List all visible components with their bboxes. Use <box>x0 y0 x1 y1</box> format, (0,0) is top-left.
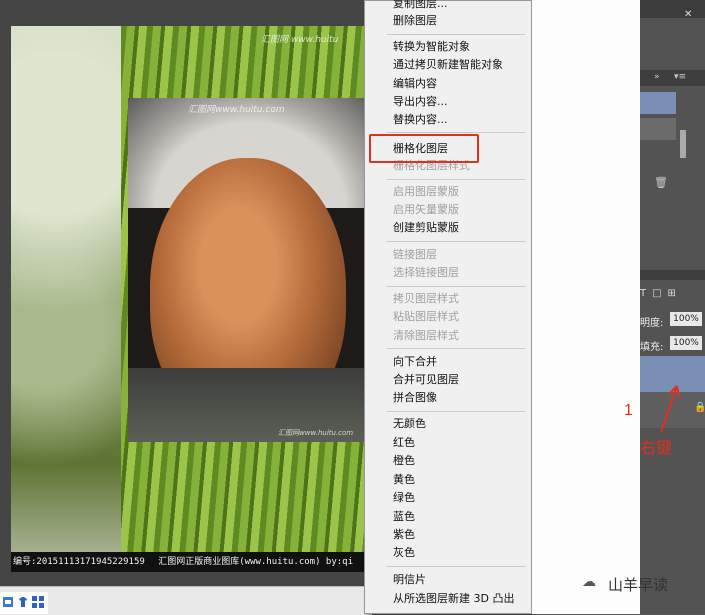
type-filter-icons[interactable]: T□⊞ <box>640 288 682 299</box>
menu-item-gray[interactable]: 灰色 <box>393 544 415 562</box>
edit-icon[interactable] <box>2 596 14 608</box>
menu-item-new-3d-extrusion[interactable]: 从所选图层新建 3D 凸出 <box>393 590 514 608</box>
menu-item-convert-smart-object[interactable]: 转换为智能对象 <box>393 38 470 56</box>
menu-backdrop <box>532 0 641 614</box>
menu-item-create-clipping-mask[interactable]: 创建剪贴蒙版 <box>393 219 459 237</box>
menu-item-flatten-image[interactable]: 拼合图像 <box>393 389 437 407</box>
opacity-label: 明度: <box>640 318 664 329</box>
menu-item-no-color[interactable]: 无颜色 <box>393 415 426 433</box>
menu-separator <box>387 411 525 412</box>
menu-separator <box>387 179 525 180</box>
menu-item-merge-down[interactable]: 向下合并 <box>393 353 437 371</box>
menu-item-new-smart-object-via-copy[interactable]: 通过拷贝新建智能对象 <box>393 56 503 74</box>
menu-separator <box>387 132 525 133</box>
document-image[interactable]: 汇图网 www.huitu 汇图网www.huitu.com 汇图网www.hu… <box>11 26 372 572</box>
layers-panel: ✕ » ▾≡ 🗑 T□⊞ 明度: 100% 填充: 100% 🔒 <box>640 0 705 614</box>
menu-item-edit-contents[interactable]: 编辑内容 <box>393 75 437 93</box>
background-foliage <box>11 26 121 572</box>
menu-item-yellow[interactable]: 黄色 <box>393 471 415 489</box>
menu-item-red[interactable]: 红色 <box>393 434 415 452</box>
selected-layer-row[interactable] <box>640 92 676 114</box>
menu-item-select-linked-layers: 选择链接图层 <box>393 266 459 279</box>
menu-item-blue[interactable]: 蓝色 <box>393 508 415 526</box>
layer-row[interactable] <box>640 118 676 140</box>
status-bar <box>0 586 372 615</box>
panel-menu-icon[interactable]: ▾≡ <box>674 72 686 82</box>
step1-label: 右键 <box>640 440 673 457</box>
menu-item-postcard[interactable]: 明信片 <box>393 571 426 589</box>
panel-scrollbar[interactable] <box>680 130 686 158</box>
branding: ☁ 山羊早读 <box>582 572 702 594</box>
fill-field[interactable]: 100% <box>670 336 702 350</box>
account-name: 山羊早读 <box>608 577 669 594</box>
shirt-icon[interactable] <box>17 596 29 608</box>
fill-label: 填充: <box>640 342 664 353</box>
arrow-icon <box>660 385 680 433</box>
menu-separator <box>387 348 525 349</box>
menu-item-orange[interactable]: 橙色 <box>393 452 415 470</box>
rasterize-highlight-box <box>369 134 479 163</box>
step1-number: 1 <box>624 402 633 419</box>
menu-item-merge-visible[interactable]: 合并可见图层 <box>393 371 459 389</box>
menu-item-delete-layer[interactable]: 删除图层 <box>393 12 437 30</box>
trash-icon[interactable]: 🗑 <box>654 176 668 189</box>
caption-site: 汇图网正版商业图库(www.huitu.com) by:qi <box>158 557 354 567</box>
old-man-photo-layer[interactable]: 汇图网www.huitu.com 汇图网www.huitu.com <box>128 98 372 442</box>
lock-icon: 🔒 <box>694 402 705 413</box>
menu-item-copy-layer-style: 拷贝图层样式 <box>393 292 459 305</box>
menu-separator <box>387 286 525 287</box>
panel-divider <box>640 270 705 280</box>
bottom-toolbar <box>0 592 48 614</box>
menu-separator <box>387 566 525 567</box>
menu-item-link-layers: 链接图层 <box>393 248 437 261</box>
menu-item-clear-layer-style: 清除图层样式 <box>393 329 459 342</box>
menu-separator <box>387 34 525 35</box>
menu-item-green[interactable]: 绿色 <box>393 489 415 507</box>
wechat-icon: ☁ <box>582 574 596 590</box>
photo-watermark-bottom: 汇图网www.huitu.com <box>278 429 354 437</box>
opacity-field[interactable]: 100% <box>670 312 702 326</box>
menu-item-paste-layer-style: 粘贴图层样式 <box>393 310 459 323</box>
menu-item-violet[interactable]: 紫色 <box>393 526 415 544</box>
panel-header <box>640 0 705 18</box>
menu-item-replace-contents[interactable]: 替换内容... <box>393 111 448 129</box>
canvas-area[interactable]: 汇图网 www.huitu 汇图网www.huitu.com 汇图网www.hu… <box>0 0 386 586</box>
menu-item-enable-layer-mask: 启用图层蒙版 <box>393 185 459 198</box>
photo-watermark-top: 汇图网www.huitu.com <box>188 105 285 115</box>
menu-item-export-contents[interactable]: 导出内容... <box>393 93 448 111</box>
watermark-top: 汇图网 www.huitu <box>261 35 339 45</box>
collapse-icon[interactable]: » <box>654 72 660 82</box>
menu-item-enable-vector-mask: 启用矢量蒙版 <box>393 203 459 216</box>
menu-separator <box>387 241 525 242</box>
panel-tab-strip <box>640 70 705 86</box>
layer-context-menu: 复制图层... 删除图层 转换为智能对象 通过拷贝新建智能对象 编辑内容 导出内… <box>364 0 532 614</box>
close-icon[interactable]: ✕ <box>684 10 694 20</box>
grid-icon[interactable] <box>32 596 44 608</box>
image-caption: 编号:20151113171945229159 汇图网正版商业图库(www.hu… <box>11 552 372 572</box>
caption-id: 编号:20151113171945229159 <box>13 557 145 567</box>
